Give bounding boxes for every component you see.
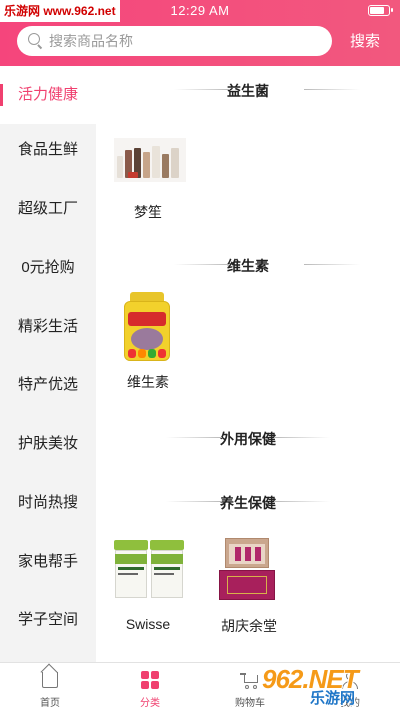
sidebar-item-skincare[interactable]: 护肤美妆 (0, 415, 96, 473)
product-name: 梦笙 (134, 204, 162, 220)
divider (174, 89, 230, 90)
section-title: 外用保健 (96, 429, 400, 449)
product-name: Swisse (125, 616, 171, 632)
category-content: 益生菌 梦笙 维生素 维生素 外用保健 养生保健 Swisse 胡庆余堂 (96, 66, 400, 662)
product-card[interactable]: 梦笙 (108, 126, 188, 222)
watermark-logo: 962.NET 乐游网 (262, 664, 394, 708)
divider (304, 89, 360, 90)
tab-label: 首页 (40, 698, 60, 709)
sidebar-item-zero-yuan[interactable]: 0元抢购 (0, 239, 96, 297)
app-header: 乐游网 www.962.net 12:29 AM 搜索 (0, 0, 400, 66)
divider (174, 264, 230, 265)
search-input[interactable] (49, 26, 319, 56)
section-title-text: 益生菌 (227, 83, 269, 99)
category-sidebar: 活力健康 食品生鲜 超级工厂 0元抢购 精彩生活 特产优选 护肤美妆 时尚热搜 … (0, 66, 96, 662)
section-title: 维生素 (96, 256, 400, 276)
tab-category[interactable]: 分类 (100, 663, 200, 710)
cart-icon (240, 673, 260, 689)
product-card[interactable]: 胡庆余堂 (209, 536, 289, 636)
sidebar-item-appliances[interactable]: 家电帮手 (0, 533, 96, 591)
divider (166, 501, 222, 502)
status-bar: 乐游网 www.962.net 12:29 AM (0, 0, 400, 22)
section-title-text: 养生保健 (220, 495, 276, 511)
sidebar-item-fresh-food[interactable]: 食品生鲜 (0, 121, 96, 179)
section-title: 益生菌 (96, 81, 400, 101)
product-image (110, 536, 186, 606)
watermark-subtext: 乐游网 (310, 690, 356, 707)
divider (166, 437, 222, 438)
category-icon (141, 671, 159, 689)
product-card[interactable]: 维生素 (108, 292, 188, 392)
home-icon (42, 672, 58, 688)
tab-label: 分类 (140, 698, 160, 709)
tab-home[interactable]: 首页 (0, 663, 100, 710)
search-box[interactable] (17, 26, 332, 56)
divider (274, 501, 330, 502)
section-title-text: 维生素 (227, 258, 269, 274)
divider (304, 264, 360, 265)
sidebar-item-super-factory[interactable]: 超级工厂 (0, 180, 96, 238)
search-icon (28, 33, 43, 50)
battery-icon (368, 5, 393, 16)
product-image (110, 126, 186, 192)
product-name: 胡庆余堂 (221, 618, 277, 634)
product-image (110, 292, 186, 362)
status-time: 12:29 AM (170, 3, 230, 18)
sidebar-item-health[interactable]: 活力健康 (0, 66, 96, 124)
sidebar-item-specialty[interactable]: 特产优选 (0, 356, 96, 414)
section-title: 养生保健 (96, 493, 400, 513)
product-name: 维生素 (127, 374, 169, 390)
sidebar-item-students[interactable]: 学子空间 (0, 591, 96, 649)
sidebar-item-life[interactable]: 精彩生活 (0, 298, 96, 356)
product-card[interactable]: Swisse (108, 536, 188, 632)
sidebar-item-trending[interactable]: 时尚热搜 (0, 474, 96, 532)
search-button[interactable]: 搜索 (350, 30, 380, 51)
divider (274, 437, 330, 438)
section-title-text: 外用保健 (220, 431, 276, 447)
product-image (211, 536, 287, 606)
